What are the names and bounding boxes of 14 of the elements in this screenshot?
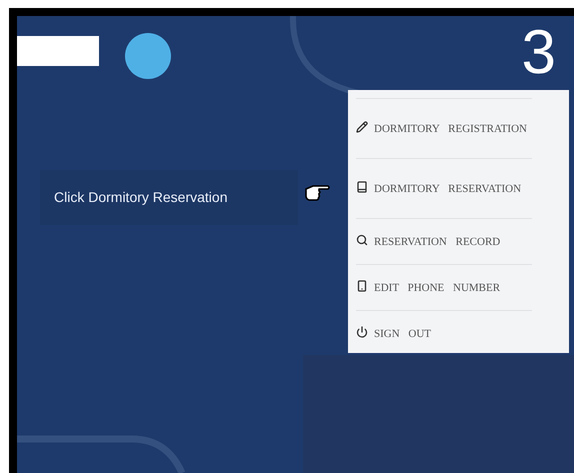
pointing-hand-icon bbox=[304, 183, 330, 201]
menu-item[interactable]: DORMITORY REGISTRATION bbox=[356, 121, 527, 136]
menu-item[interactable]: RESERVATION RECORD bbox=[356, 234, 500, 249]
pencil-icon bbox=[356, 121, 368, 133]
book-icon bbox=[356, 181, 368, 193]
power-icon bbox=[356, 326, 368, 338]
callout-text: Click Dormitory Reservation bbox=[54, 188, 228, 207]
menu-item[interactable]: EDIT PHONE NUMBER bbox=[356, 280, 500, 295]
phone-icon bbox=[356, 280, 368, 292]
search-icon bbox=[356, 234, 368, 246]
circle-decoration bbox=[125, 33, 171, 79]
menu-item[interactable]: SIGN OUT bbox=[356, 326, 432, 341]
menu-item[interactable]: DORMITORY RESERVATION bbox=[356, 181, 522, 196]
step-number: 3 bbox=[522, 22, 556, 84]
